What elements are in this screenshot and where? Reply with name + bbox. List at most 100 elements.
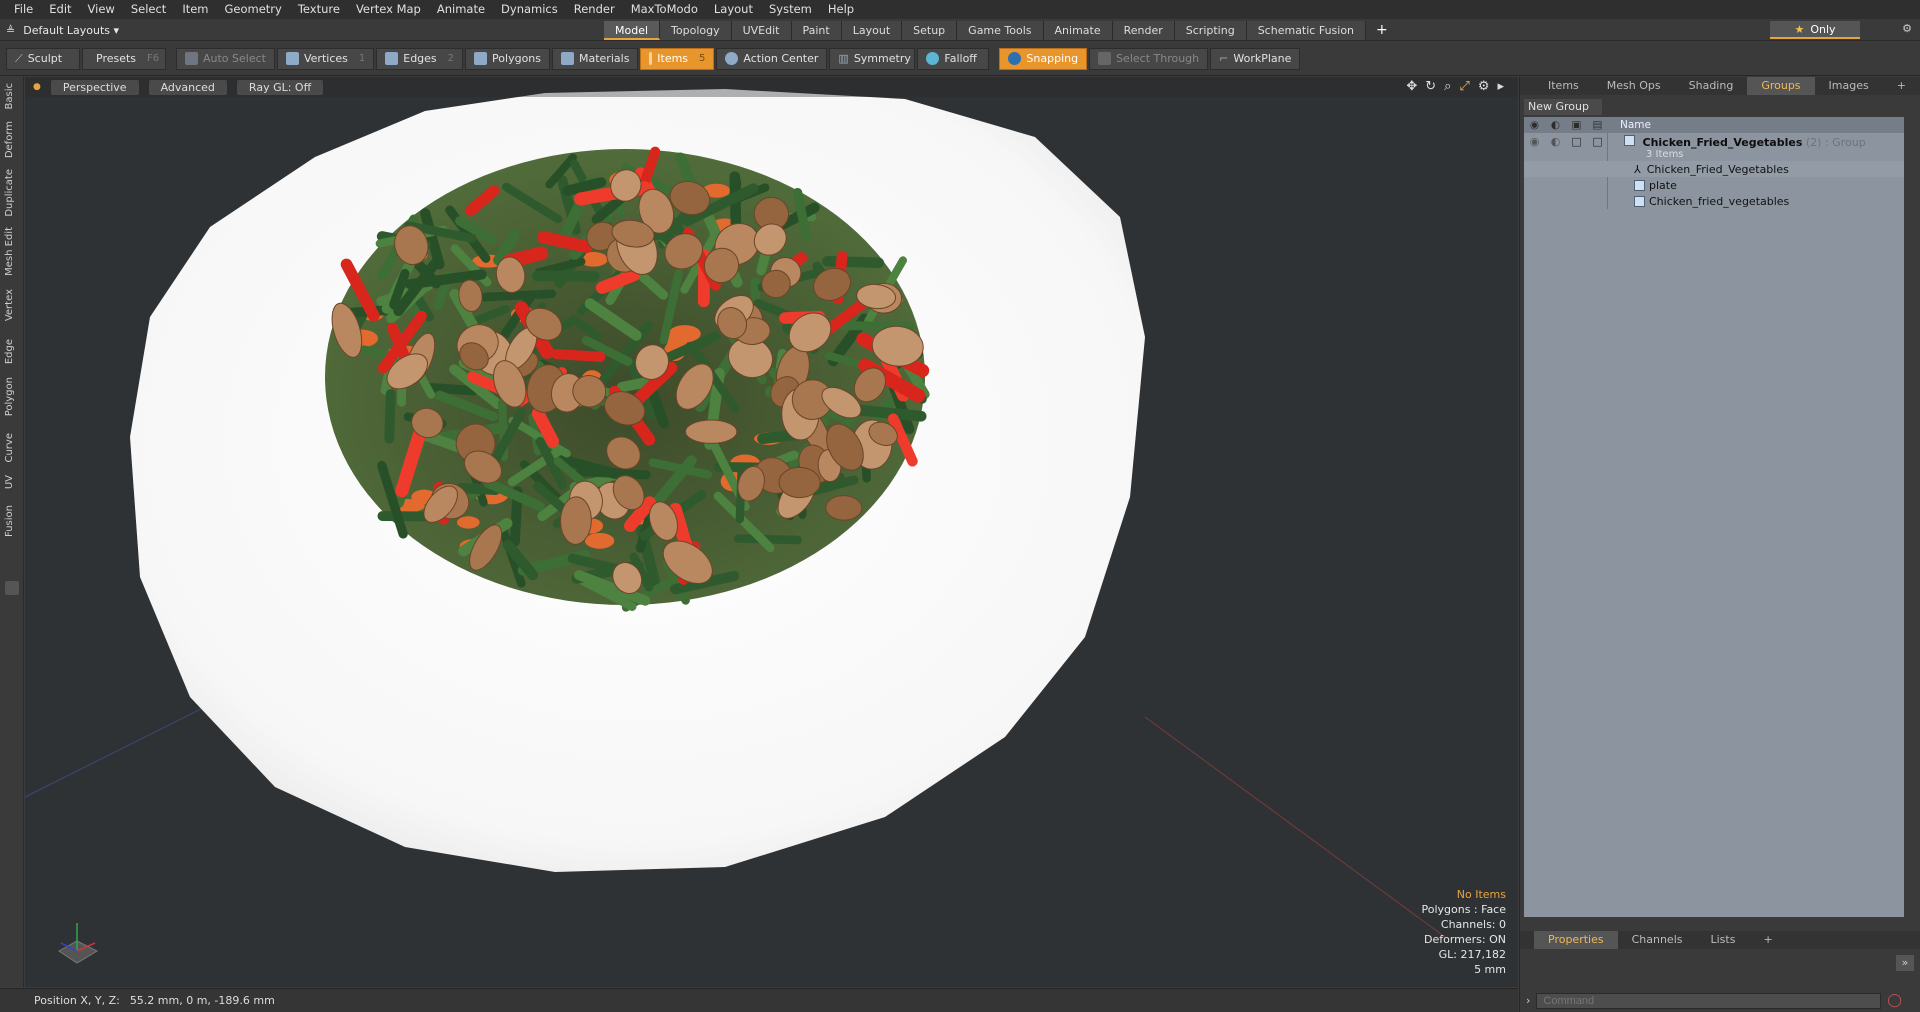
group-row[interactable]: ◉ ◐ □ □ Chicken_Fried_Vegetables (2) : G… [1524,133,1904,161]
3d-viewport[interactable]: ● Perspective Advanced Ray GL: Off ✥ ↻ ⌕… [25,77,1518,987]
group-render-icon[interactable]: ◐ [1545,135,1566,148]
left-tab-mesh-edit[interactable]: Mesh Edit [4,227,15,276]
left-tab-deform[interactable]: Deform [4,121,15,158]
group-lock-checkbox[interactable]: □ [1566,135,1587,148]
only-toggle[interactable]: ★ Only [1770,21,1860,39]
left-tab-uv[interactable]: UV [4,475,15,489]
snapping-button[interactable]: Snapping [999,47,1088,70]
tab-properties[interactable]: Properties [1534,931,1618,949]
menu-item[interactable]: Item [174,0,216,19]
left-tab-duplicate[interactable]: Duplicate [4,169,15,217]
tab-channels[interactable]: Channels [1618,931,1697,949]
vertices-button[interactable]: Vertices 1 [276,47,375,70]
workplane-button[interactable]: ⌐ WorkPlane [1210,47,1301,70]
tree-item-row[interactable]: plate [1524,177,1904,193]
menu-help[interactable]: Help [820,0,862,19]
symmetry-button[interactable]: ▥ Symmetry [829,47,916,70]
group-select-checkbox[interactable]: □ [1587,135,1608,148]
collapse-icon[interactable]: ≜ [6,24,15,37]
falloff-button[interactable]: Falloff [917,47,990,70]
menu-system[interactable]: System [761,0,820,19]
tab-game-tools[interactable]: Game Tools [957,21,1044,40]
presets-button[interactable]: Presets F6 [82,47,166,70]
name-column-header[interactable]: Name [1620,119,1651,131]
left-tab-toggle[interactable] [5,581,19,595]
left-tab-polygon[interactable]: Polygon [4,377,15,416]
rotate-icon[interactable]: ↻ [1425,79,1436,94]
select-header-icon[interactable]: ▤ [1587,119,1608,131]
menu-geometry[interactable]: Geometry [217,0,290,19]
render-header-icon[interactable]: ◐ [1545,119,1566,131]
menu-bar: File Edit View Select Item Geometry Text… [0,0,1920,19]
menu-texture[interactable]: Texture [290,0,348,19]
menu-dynamics[interactable]: Dynamics [493,0,566,19]
tab-setup[interactable]: Setup [902,21,958,40]
materials-button[interactable]: Materials [552,47,639,70]
left-tab-vertex[interactable]: Vertex [4,289,15,321]
left-tab-edge[interactable]: Edge [4,339,15,364]
perspective-button[interactable]: Perspective [50,79,139,95]
maximize-icon[interactable]: ⤢ [1459,79,1469,94]
tree-item-row[interactable]: Chicken_fried_vegetables [1524,193,1904,209]
polygons-button[interactable]: Polygons [465,47,550,70]
group-type: : Group [1824,136,1866,149]
visibility-header-icon[interactable]: ◉ [1524,119,1545,131]
pan-icon[interactable]: ✥ [1406,79,1417,94]
menu-vertex-map[interactable]: Vertex Map [348,0,429,19]
gear-icon[interactable]: ⚙ [1902,22,1912,35]
tab-layout[interactable]: Layout [841,21,903,40]
menu-render[interactable]: Render [566,0,623,19]
select-through-button[interactable]: Select Through [1089,47,1209,70]
raygl-button[interactable]: Ray GL: Off [236,79,324,95]
tab-groups[interactable]: Groups [1747,77,1815,95]
expand-right-icon[interactable]: » [1896,955,1914,971]
green-bean [532,270,600,282]
items-button[interactable]: Items 5 [640,47,715,70]
menu-edit[interactable]: Edit [41,0,79,19]
viewport-gear-icon[interactable]: ⚙ [1478,79,1490,94]
expand-arrow-icon[interactable]: ▸ [1497,79,1504,94]
tab-lists[interactable]: Lists [1697,931,1750,949]
status-bar: Position X, Y, Z: 55.2 mm, 0 m, -189.6 m… [0,988,1518,1012]
tab-uvedit[interactable]: UVEdit [731,21,792,40]
sculpt-button[interactable]: ⟋ Sculpt [6,47,80,70]
advanced-button[interactable]: Advanced [148,79,227,95]
layout-selector[interactable]: ≜ Default Layouts ▾ [6,21,156,39]
menu-file[interactable]: File [6,0,41,19]
command-record-icon[interactable]: ◯ [1887,993,1902,1008]
tab-scripting[interactable]: Scripting [1174,21,1247,40]
tab-shading[interactable]: Shading [1675,77,1748,95]
add-tab-icon[interactable]: + [1366,21,1398,40]
left-tab-basic[interactable]: Basic [4,83,15,109]
menu-select[interactable]: Select [123,0,174,19]
red-pepper [551,349,606,362]
menu-animate[interactable]: Animate [429,0,493,19]
tab-mesh-ops[interactable]: Mesh Ops [1593,77,1675,95]
menu-layout[interactable]: Layout [706,0,761,19]
tab-topology[interactable]: Topology [660,21,732,40]
add-properties-tab-icon[interactable]: + [1749,931,1786,949]
group-visibility-eye-icon[interactable]: ◉ [1524,135,1545,148]
layout-bar: ≜ Default Layouts ▾ Model Topology UVEdi… [0,19,1920,41]
add-panel-tab-icon[interactable]: + [1883,77,1920,95]
tab-schematic-fusion[interactable]: Schematic Fusion [1246,21,1367,40]
menu-view[interactable]: View [80,0,123,19]
new-group-button[interactable]: New Group [1524,99,1602,115]
edges-button[interactable]: Edges 2 [376,47,464,70]
left-tab-curve[interactable]: Curve [4,433,15,463]
left-tab-fusion[interactable]: Fusion [4,505,15,537]
viewport-menu-dot-icon[interactable]: ● [33,82,41,92]
tab-model[interactable]: Model [604,21,661,40]
lock-header-icon[interactable]: ▣ [1566,119,1587,131]
tree-item-row[interactable]: ⅄ Chicken_Fried_Vegetables [1524,161,1904,177]
zoom-icon[interactable]: ⌕ [1444,79,1451,94]
command-input[interactable] [1536,992,1882,1009]
auto-select-button[interactable]: Auto Select [176,47,275,70]
tab-images[interactable]: Images [1815,77,1883,95]
action-center-button[interactable]: Action Center [716,47,828,70]
tab-animate[interactable]: Animate [1043,21,1113,40]
tab-render[interactable]: Render [1112,21,1175,40]
tab-items[interactable]: Items [1534,77,1593,95]
menu-maxtomodo[interactable]: MaxToModo [623,0,706,19]
tab-paint[interactable]: Paint [791,21,842,40]
